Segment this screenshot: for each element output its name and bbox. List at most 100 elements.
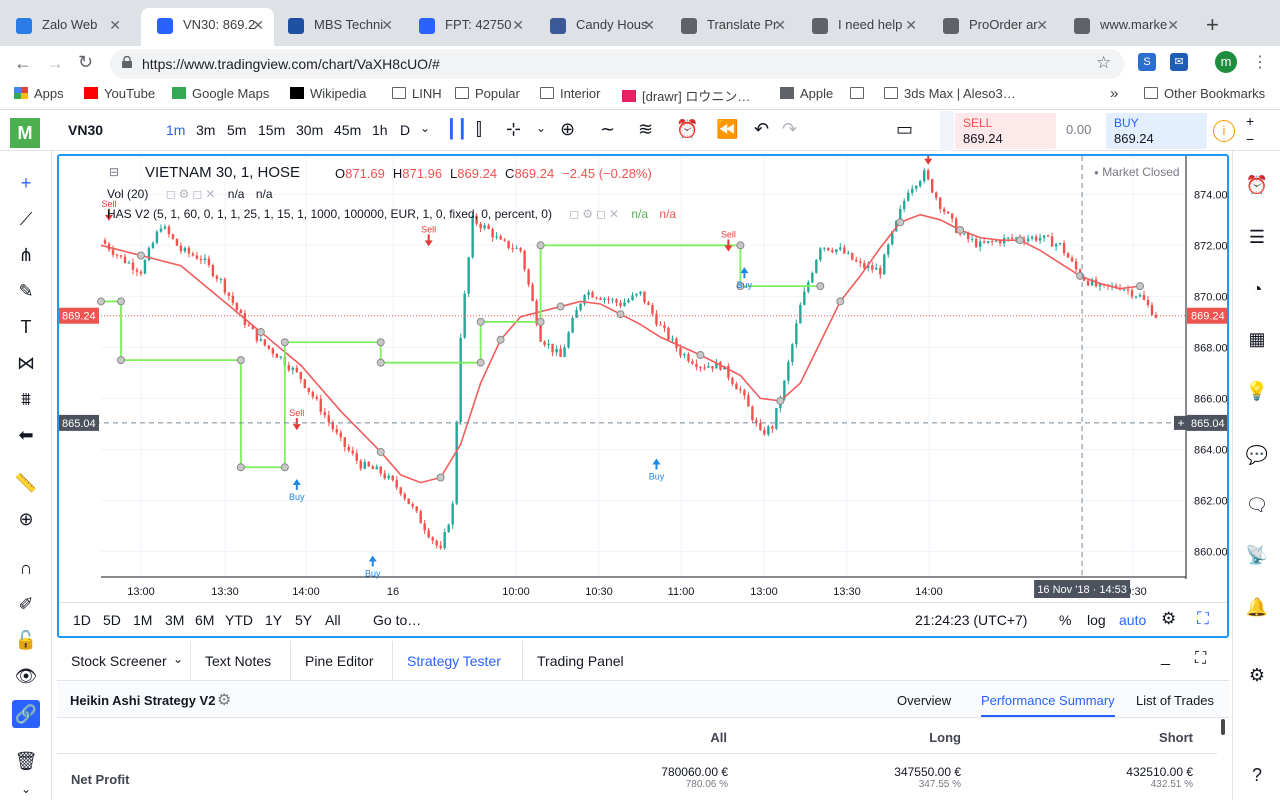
- layout-icon[interactable]: ▭: [896, 119, 913, 140]
- symbol-search[interactable]: VN30: [68, 122, 103, 138]
- chart-settings-icon[interactable]: ⚙: [1161, 609, 1176, 629]
- tab-close-icon[interactable]: ✕: [643, 8, 655, 42]
- bookmark-item[interactable]: Popular: [455, 86, 520, 101]
- tab-close-icon[interactable]: ✕: [252, 8, 264, 42]
- strategy-subtab[interactable]: Performance Summary: [981, 693, 1115, 717]
- bookmark-item[interactable]: [850, 86, 870, 101]
- interval-15m[interactable]: 15m: [258, 122, 285, 138]
- trash-icon[interactable]: 🗑: [14, 749, 38, 773]
- brush-icon[interactable]: ✎: [14, 279, 38, 303]
- percent-toggle[interactable]: %: [1059, 612, 1071, 628]
- pitchfork-icon[interactable]: ⋔: [14, 243, 38, 267]
- alerts-list-icon[interactable]: ☰: [1244, 224, 1270, 250]
- bookmark-item[interactable]: YouTube: [84, 86, 155, 101]
- strategy-legend[interactable]: HAS V2 (5, 1, 60, 0, 1, 1, 25, 1, 15, 1,…: [107, 207, 676, 221]
- chart-pane[interactable]: 860.00 862.00 864.00 866.00 868.00 870.00 872.…: [57, 154, 1229, 638]
- range-1y[interactable]: 1Y: [265, 612, 282, 628]
- profile-avatar[interactable]: m: [1215, 51, 1237, 73]
- strategy-subtab[interactable]: Overview: [897, 693, 951, 708]
- order-panel-icon[interactable]: ⚙: [1244, 662, 1270, 688]
- browser-tab[interactable]: I need help ✕: [796, 8, 927, 46]
- interval-D[interactable]: D: [400, 122, 410, 138]
- browser-tab[interactable]: ProOrder ar ✕: [927, 8, 1058, 46]
- collapse-toolbar-icon[interactable]: ⌄: [14, 777, 38, 801]
- chart-type-dropdown-icon[interactable]: ⌄: [536, 121, 546, 135]
- browser-tab[interactable]: Zalo Web ✕: [0, 8, 131, 46]
- tab-close-icon[interactable]: ✕: [1167, 8, 1179, 42]
- bookmark-star-icon[interactable]: ☆: [1096, 53, 1111, 73]
- watchlist-clock-icon[interactable]: ⏰: [1244, 172, 1270, 198]
- browser-tab[interactable]: Candy Hous ✕: [534, 8, 665, 46]
- lock-drawings-icon[interactable]: 🔓: [14, 628, 38, 652]
- undo-icon[interactable]: ↶: [754, 119, 769, 140]
- other-bookmarks-button[interactable]: Other Bookmarks: [1144, 86, 1265, 101]
- range-5d[interactable]: 5D: [103, 612, 121, 628]
- info-icon[interactable]: i: [1213, 120, 1235, 142]
- indicators-icon[interactable]: ∼: [600, 119, 615, 140]
- bookmark-item[interactable]: LINH: [392, 86, 442, 101]
- link-icon[interactable]: 🔗: [12, 700, 40, 728]
- bookmark-item[interactable]: Apple: [780, 86, 833, 101]
- extension-mail-icon[interactable]: ✉: [1170, 53, 1188, 71]
- browser-tab[interactable]: MBS Techni ✕: [272, 8, 403, 46]
- bottom-tab[interactable]: Text Notes: [205, 653, 271, 669]
- stay-drawing-icon[interactable]: ✐: [14, 592, 38, 616]
- screener-dropdown-icon[interactable]: ⌄: [173, 652, 183, 666]
- chats-icon[interactable]: 💬: [1244, 442, 1270, 468]
- zoom-tool-icon[interactable]: ⊕: [14, 507, 38, 531]
- auto-toggle[interactable]: auto: [1119, 612, 1146, 628]
- log-toggle[interactable]: log: [1087, 612, 1106, 628]
- range-ytd[interactable]: YTD: [225, 612, 253, 628]
- interval-dropdown-icon[interactable]: ⌄: [420, 121, 430, 135]
- new-tab-button[interactable]: +: [1206, 12, 1219, 38]
- legend-collapse-icon[interactable]: ⊟: [109, 165, 119, 179]
- bookmark-item[interactable]: [drawr] ロウニン…: [622, 86, 750, 105]
- alert-icon[interactable]: ⏰: [676, 119, 698, 140]
- browser-tab[interactable]: www.marke ✕: [1058, 8, 1189, 46]
- more-bookmarks-button[interactable]: »: [1110, 85, 1118, 102]
- interval-3m[interactable]: 3m: [196, 122, 215, 138]
- range-1d[interactable]: 1D: [73, 612, 91, 628]
- notifications-bell-icon[interactable]: 🔔: [1244, 594, 1270, 620]
- browser-tab[interactable]: FPT: 42750 ✕: [403, 8, 534, 46]
- zoom-in-icon[interactable]: +: [1246, 113, 1254, 129]
- help-icon[interactable]: ?: [1244, 762, 1270, 788]
- private-chat-icon[interactable]: 🗨: [1244, 492, 1270, 518]
- reload-icon[interactable]: ↻: [78, 52, 93, 73]
- tab-close-icon[interactable]: ✕: [512, 8, 524, 42]
- browser-tab[interactable]: VN30: 869.2 ✕: [141, 8, 274, 46]
- price-chart[interactable]: 860.00 862.00 864.00 866.00 868.00 870.00 872.…: [59, 156, 1227, 636]
- bars-icon[interactable]: ⫿: [476, 119, 482, 140]
- interval-1m[interactable]: 1m: [166, 122, 185, 138]
- bottom-tab[interactable]: Stock Screener: [71, 653, 167, 669]
- range-3m[interactable]: 3M: [165, 612, 184, 628]
- financials-icon[interactable]: ≋: [638, 119, 653, 140]
- range-5y[interactable]: 5Y: [295, 612, 312, 628]
- forward-icon[interactable]: →: [46, 53, 64, 74]
- eye-icon[interactable]: 👁: [14, 664, 38, 688]
- address-bar[interactable]: https://www.tradingview.com/chart/VaXH8c…: [110, 49, 1124, 79]
- extension-s-icon[interactable]: S: [1138, 53, 1156, 71]
- scrollbar-thumb[interactable]: [1221, 719, 1225, 735]
- clock-timezone[interactable]: 21:24:23 (UTC+7): [915, 612, 1027, 628]
- browser-menu-icon[interactable]: ⋮: [1252, 52, 1268, 72]
- prediction-icon[interactable]: ⩩: [14, 387, 38, 411]
- ideas-bulb-icon[interactable]: 💡: [1244, 378, 1270, 404]
- interval-30m[interactable]: 30m: [296, 122, 323, 138]
- back-icon[interactable]: ←: [14, 53, 32, 74]
- buy-button[interactable]: BUY 869.24: [1106, 113, 1207, 149]
- tab-close-icon[interactable]: ✕: [109, 8, 121, 42]
- back-arrow-icon[interactable]: ⬅: [14, 423, 38, 447]
- tab-close-icon[interactable]: ✕: [905, 8, 917, 42]
- trend-line-icon[interactable]: ⟋: [14, 207, 38, 231]
- maximize-panel-icon[interactable]: ⛶: [1195, 650, 1206, 668]
- redo-icon[interactable]: ↷: [782, 119, 797, 140]
- interval-5m[interactable]: 5m: [227, 122, 246, 138]
- crosshair-icon[interactable]: +: [14, 171, 38, 195]
- zoom-out-icon[interactable]: −: [1246, 131, 1254, 147]
- line-type-icon[interactable]: ⊹: [506, 119, 521, 140]
- data-window-icon[interactable]: ◔: [1244, 276, 1270, 302]
- candles-icon[interactable]: ┃┃: [446, 119, 468, 140]
- magnet-icon[interactable]: ∩: [14, 556, 38, 580]
- bookmark-item[interactable]: Apps: [14, 86, 64, 101]
